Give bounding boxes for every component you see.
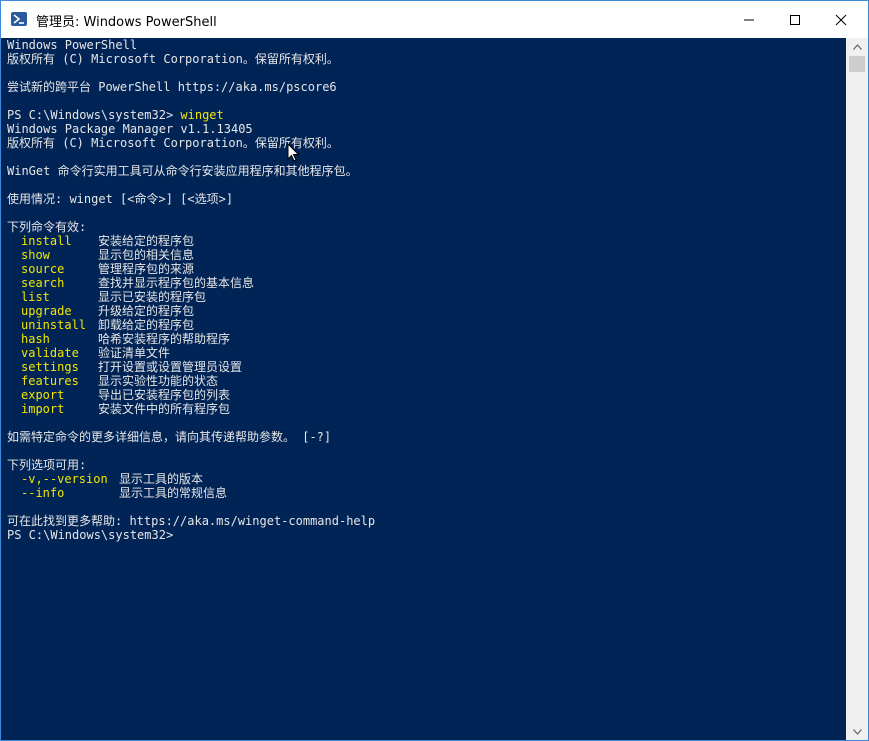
command-desc: 安装文件中的所有程序包 <box>98 402 231 416</box>
command-desc: 打开设置或设置管理员设置 <box>98 360 243 374</box>
console-line: Windows PowerShell <box>7 38 138 52</box>
command-name: import <box>21 402 65 416</box>
command-desc: 导出已安装程序包的列表 <box>98 388 231 402</box>
maximize-icon <box>790 14 800 25</box>
command-desc: 显示包的相关信息 <box>98 248 195 262</box>
scroll-up-icon <box>852 43 862 50</box>
command-desc: 管理程序包的来源 <box>98 262 195 276</box>
option-name: -v,--version <box>21 472 108 486</box>
final-prompt: PS C:\Windows\system32> <box>7 528 174 542</box>
more-info-line: 如需特定命令的更多详细信息，请向其传递帮助参数。 [-?] <box>7 430 332 444</box>
command-desc: 卸载给定的程序包 <box>98 318 195 332</box>
command-name: hash <box>21 332 50 346</box>
title-bar[interactable]: 管理员: Windows PowerShell <box>1 1 868 38</box>
prompt: PS C:\Windows\system32> <box>7 108 181 122</box>
option-desc: 显示工具的版本 <box>119 472 204 486</box>
console-text: Windows PowerShell 版权所有 (C) Microsoft Co… <box>7 38 375 542</box>
command-row: import 安装文件中的所有程序包 <box>7 402 375 416</box>
command-desc: 验证清单文件 <box>98 346 171 360</box>
command-desc: 显示已安装的程序包 <box>98 290 207 304</box>
command-row: install 安装给定的程序包 <box>7 234 375 248</box>
commands-header: 下列命令有效: <box>7 220 87 234</box>
close-button[interactable] <box>818 1 864 38</box>
console-line: 使用情况: winget [<命令>] [<选项>] <box>7 192 234 206</box>
minimize-button[interactable] <box>726 1 772 38</box>
command-name: source <box>21 262 65 276</box>
command-row: show 显示包的相关信息 <box>7 248 375 262</box>
console-area[interactable]: Windows PowerShell 版权所有 (C) Microsoft Co… <box>1 38 846 740</box>
command-name: export <box>21 388 65 402</box>
command-desc: 哈希安装程序的帮助程序 <box>98 332 231 346</box>
command-row: source 管理程序包的来源 <box>7 262 375 276</box>
maximize-button[interactable] <box>772 1 818 38</box>
command-desc: 升级给定的程序包 <box>98 304 195 318</box>
command-name: show <box>21 248 50 262</box>
command-row: list 显示已安装的程序包 <box>7 290 375 304</box>
window-title: 管理员: Windows PowerShell <box>36 15 217 30</box>
console-line: Windows Package Manager v1.1.13405 <box>7 122 253 136</box>
command-name: upgrade <box>21 304 72 318</box>
option-row: --info 显示工具的常规信息 <box>7 486 375 500</box>
command-desc: 显示实验性功能的状态 <box>98 374 219 388</box>
command-name: install <box>21 234 72 248</box>
command-row: uninstall 卸载给定的程序包 <box>7 318 375 332</box>
scroll-down-button[interactable] <box>846 723 868 740</box>
prompt-line: PS C:\Windows\system32> winget <box>7 108 375 122</box>
command-name: search <box>21 276 65 290</box>
command-row: features 显示实验性功能的状态 <box>7 374 375 388</box>
vertical-scrollbar[interactable] <box>846 38 868 740</box>
command-row: hash 哈希安装程序的帮助程序 <box>7 332 375 346</box>
help-line: 可在此找到更多帮助: https://aka.ms/winget-command… <box>7 514 376 528</box>
command-name: uninstall <box>21 318 87 332</box>
command-name: features <box>21 374 79 388</box>
command-row: settings 打开设置或设置管理员设置 <box>7 360 375 374</box>
powershell-window: 管理员: Windows PowerShell Windows PowerShe… <box>0 0 869 741</box>
powershell-icon <box>11 12 27 26</box>
command-name: settings <box>21 360 79 374</box>
console-line: WinGet 命令行实用工具可从命令行安装应用程序和其他程序包。 <box>7 164 358 178</box>
command-desc: 查找并显示程序包的基本信息 <box>98 276 255 290</box>
command-row: validate 验证清单文件 <box>7 346 375 360</box>
command-row: upgrade 升级给定的程序包 <box>7 304 375 318</box>
close-icon <box>835 14 847 25</box>
minimize-icon <box>744 19 754 20</box>
console-line: 尝试新的跨平台 PowerShell https://aka.ms/pscore… <box>7 80 337 94</box>
command-row: export 导出已安装程序包的列表 <box>7 388 375 402</box>
typed-command: winget <box>180 108 224 122</box>
command-row: search 查找并显示程序包的基本信息 <box>7 276 375 290</box>
scrollbar-thumb[interactable] <box>849 56 865 72</box>
command-name: list <box>21 290 50 304</box>
command-name: validate <box>21 346 79 360</box>
option-desc: 显示工具的常规信息 <box>119 486 228 500</box>
scroll-up-button[interactable] <box>846 38 868 55</box>
command-desc: 安装给定的程序包 <box>98 234 195 248</box>
console-line: 版权所有 (C) Microsoft Corporation。保留所有权利。 <box>7 52 339 66</box>
option-row: -v,--version 显示工具的版本 <box>7 472 375 486</box>
scroll-down-icon <box>852 728 862 735</box>
console-line: 版权所有 (C) Microsoft Corporation。保留所有权利。 <box>7 136 339 150</box>
options-header: 下列选项可用: <box>7 458 87 472</box>
mouse-pointer-icon <box>287 143 300 162</box>
option-name: --info <box>21 486 65 500</box>
